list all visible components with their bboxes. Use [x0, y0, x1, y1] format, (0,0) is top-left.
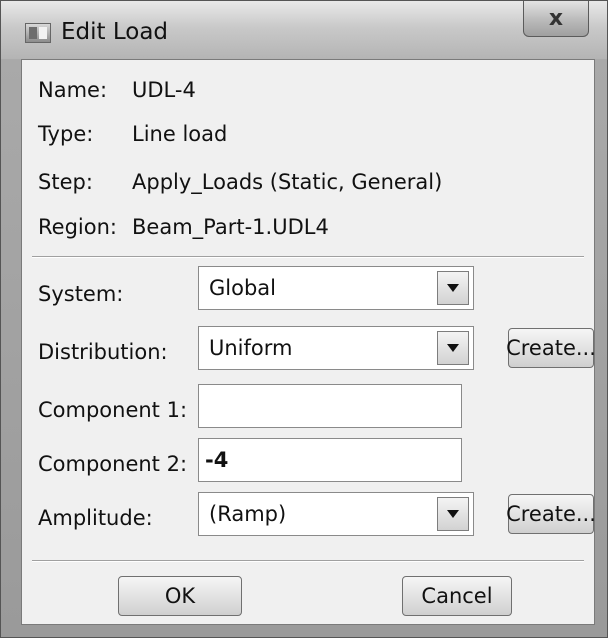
- component1-input[interactable]: [198, 384, 462, 428]
- ok-button[interactable]: OK: [118, 576, 242, 616]
- amplitude-label: Amplitude:: [38, 506, 153, 530]
- separator-top: [32, 256, 584, 258]
- separator-bottom: [32, 560, 584, 562]
- amplitude-create-button[interactable]: Create...: [506, 494, 596, 534]
- amplitude-combo[interactable]: (Ramp): [198, 492, 474, 536]
- region-value: Beam_Part-1.UDL4: [132, 215, 329, 239]
- cancel-button[interactable]: Cancel: [402, 576, 512, 616]
- distribution-create-button[interactable]: Create...: [506, 328, 596, 368]
- type-value: Line load: [132, 122, 228, 146]
- close-icon: x: [548, 6, 564, 31]
- name-value: UDL-4: [132, 78, 196, 102]
- type-label: Type:: [38, 122, 94, 146]
- amplitude-dropdown-button[interactable]: [437, 497, 469, 531]
- step-label: Step:: [38, 170, 93, 194]
- system-combo-value: Global: [209, 276, 276, 300]
- app-icon: [25, 23, 51, 43]
- title-bar[interactable]: Edit Load x: [1, 1, 607, 59]
- amplitude-combo-value: (Ramp): [209, 502, 287, 526]
- system-dropdown-button[interactable]: [437, 271, 469, 305]
- distribution-label: Distribution:: [38, 340, 168, 364]
- chevron-down-icon: [447, 284, 459, 292]
- step-value: Apply_Loads (Static, General): [132, 170, 443, 194]
- component2-input[interactable]: -4: [198, 438, 462, 482]
- dialog-body: Name: UDL-4 Type: Line load Step: Apply_…: [21, 59, 596, 625]
- close-button[interactable]: x: [523, 1, 589, 37]
- edit-load-dialog: Edit Load x Name: UDL-4 Type: Line load …: [0, 0, 608, 638]
- system-label: System:: [38, 282, 124, 306]
- system-combo[interactable]: Global: [198, 266, 474, 310]
- dialog-title: Edit Load: [61, 19, 169, 45]
- component2-label: Component 2:: [38, 452, 188, 476]
- component1-label: Component 1:: [38, 398, 188, 422]
- component2-value: -4: [205, 448, 229, 472]
- distribution-combo[interactable]: Uniform: [198, 326, 474, 370]
- distribution-combo-value: Uniform: [209, 336, 293, 360]
- name-label: Name:: [38, 78, 108, 102]
- region-label: Region:: [38, 215, 117, 239]
- chevron-down-icon: [447, 344, 459, 352]
- chevron-down-icon: [447, 510, 459, 518]
- distribution-dropdown-button[interactable]: [437, 331, 469, 365]
